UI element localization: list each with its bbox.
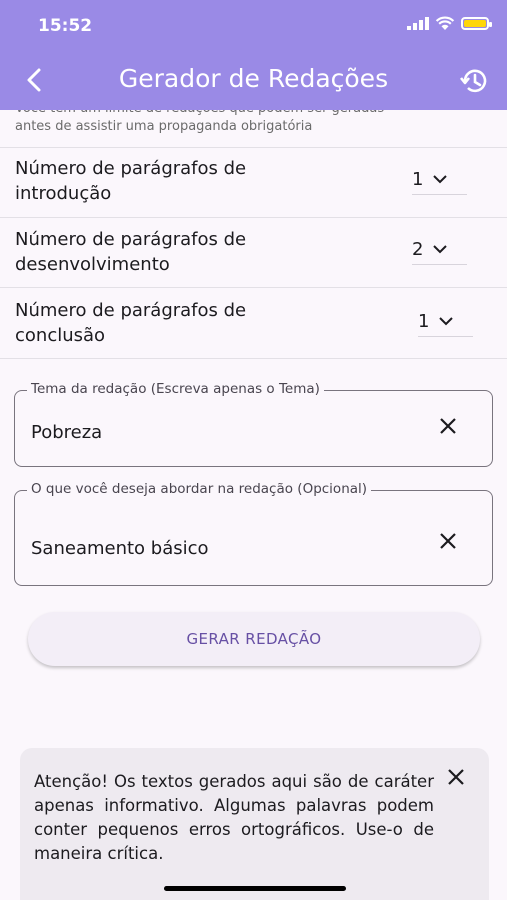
app-bar: 15:52 Gerador de Redações xyxy=(0,0,507,110)
limit-note-line2: antes de assistir uma propaganda obrigat… xyxy=(15,119,313,134)
conclusion-paragraphs-value: 1 xyxy=(418,310,430,332)
form-content[interactable]: Você tem um limite de redações que podem… xyxy=(0,110,507,900)
status-time: 15:52 xyxy=(38,16,93,36)
limit-note-line1: Você tem um limite de redações que podem… xyxy=(15,110,384,118)
theme-field-label: Tema da redação (Escreva apenas o Tema) xyxy=(27,381,324,397)
theme-field-value[interactable]: Pobreza xyxy=(31,422,102,443)
intro-paragraphs-row: Número de parágrafos de introdução 1 xyxy=(0,147,507,218)
chevron-down-icon xyxy=(433,175,447,184)
theme-field[interactable]: Tema da redação (Escreva apenas o Tema) … xyxy=(14,381,493,467)
generate-essay-label: GERAR REDAÇÃO xyxy=(186,630,322,648)
topic-field-value[interactable]: Saneamento básico xyxy=(31,538,209,559)
page-title: Gerador de Redações xyxy=(118,64,389,93)
battery-icon xyxy=(461,16,492,30)
body-paragraphs-dropdown[interactable]: 2 xyxy=(412,234,467,265)
conclusion-paragraphs-dropdown[interactable]: 1 xyxy=(418,306,473,337)
wifi-icon xyxy=(435,16,455,30)
clear-topic-icon[interactable] xyxy=(438,531,458,551)
generate-essay-button[interactable]: GERAR REDAÇÃO xyxy=(28,612,480,666)
warning-text: Atenção! Os textos gerados aqui são de c… xyxy=(34,772,434,863)
home-indicator xyxy=(164,886,346,891)
intro-paragraphs-label: Número de parágrafos de introdução xyxy=(15,158,247,204)
topic-field[interactable]: O que você deseja abordar na redação (Op… xyxy=(14,481,493,586)
intro-paragraphs-value: 1 xyxy=(412,168,424,190)
cellular-signal-icon xyxy=(407,16,429,30)
topic-field-label: O que você deseja abordar na redação (Op… xyxy=(27,481,372,497)
conclusion-paragraphs-label: Número de parágrafos de conclusão xyxy=(15,300,247,346)
limit-note: Você tem um limite de redações que podem… xyxy=(15,110,485,136)
chevron-down-icon xyxy=(439,317,453,326)
body-paragraphs-value: 2 xyxy=(412,238,424,260)
intro-paragraphs-dropdown[interactable]: 1 xyxy=(412,164,467,195)
close-icon[interactable] xyxy=(447,768,465,786)
warning-card: Atenção! Os textos gerados aqui são de c… xyxy=(20,748,489,900)
chevron-down-icon xyxy=(433,245,447,254)
conclusion-paragraphs-row: Número de parágrafos de conclusão 1 xyxy=(0,287,507,359)
body-paragraphs-label: Número de parágrafos de desenvolvimento xyxy=(15,229,247,275)
status-icons xyxy=(407,16,492,30)
history-icon[interactable] xyxy=(459,66,489,96)
body-paragraphs-row: Número de parágrafos de desenvolvimento … xyxy=(0,217,507,288)
clear-theme-icon[interactable] xyxy=(438,416,458,436)
